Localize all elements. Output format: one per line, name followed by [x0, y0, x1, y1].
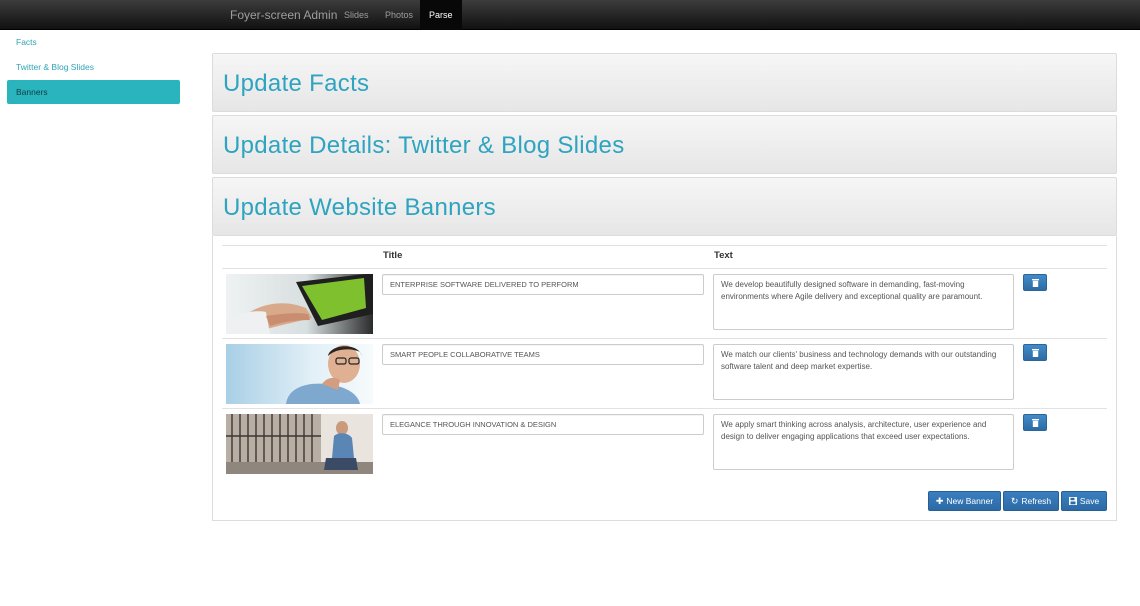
navbar-brand[interactable]: Foyer-screen Admin: [230, 0, 337, 30]
save-label: Save: [1079, 496, 1100, 506]
nav-item-slides[interactable]: Slides: [344, 0, 369, 30]
banner-title-input[interactable]: [382, 344, 704, 365]
refresh-label: Refresh: [1021, 496, 1052, 506]
trash-icon: [1032, 349, 1039, 357]
banner-title-input[interactable]: [382, 414, 704, 435]
panel-details[interactable]: Update Details: Twitter & Blog Slides: [212, 115, 1117, 174]
row-divider: [222, 408, 1107, 409]
save-button[interactable]: Save: [1061, 491, 1107, 511]
new-banner-label: New Banner: [946, 496, 994, 506]
delete-banner-button[interactable]: [1023, 274, 1047, 291]
row-divider: [222, 338, 1107, 339]
trash-icon: [1032, 419, 1039, 427]
panel-facts[interactable]: Update Facts: [212, 53, 1117, 112]
panel-title-facts: Update Facts: [223, 70, 370, 97]
table-header-divider: [222, 268, 1107, 269]
delete-banner-button[interactable]: [1023, 344, 1047, 361]
column-header-text: Text: [714, 250, 733, 261]
banner-image-man-street: [226, 414, 373, 474]
panel-banners[interactable]: Update Website Banners: [212, 177, 1117, 236]
banner-text-input[interactable]: We apply smart thinking across analysis,…: [713, 414, 1014, 470]
refresh-icon: ↻: [1010, 496, 1019, 506]
sidebar-item-twitter-blog-slides[interactable]: Twitter & Blog Slides: [7, 55, 180, 80]
banner-image-tablet: [226, 274, 373, 334]
top-navbar: Foyer-screen Admin Slides Photos Parse: [0, 0, 1140, 30]
column-header-title: Title: [383, 250, 403, 261]
banner-text-input[interactable]: We develop beautifully designed software…: [713, 274, 1014, 330]
refresh-button[interactable]: ↻ Refresh: [1003, 491, 1059, 511]
plus-icon: ✚: [935, 496, 944, 506]
sidebar-item-banners[interactable]: Banners: [7, 80, 180, 104]
floppy-disk-icon: [1068, 492, 1077, 510]
sidebar: Facts Twitter & Blog Slides Banners: [7, 30, 180, 104]
panel-title-banners: Update Website Banners: [223, 194, 496, 221]
new-banner-button[interactable]: ✚ New Banner: [928, 491, 1001, 511]
table-top-divider: [222, 245, 1107, 246]
banner-title-input[interactable]: [382, 274, 704, 295]
panel-title-details: Update Details: Twitter & Blog Slides: [223, 132, 625, 159]
banner-image-man-glasses: [226, 344, 373, 404]
trash-icon: [1032, 279, 1039, 287]
nav-item-parse[interactable]: Parse: [420, 0, 462, 30]
nav-item-photos[interactable]: Photos: [385, 0, 413, 30]
delete-banner-button[interactable]: [1023, 414, 1047, 431]
banner-text-input[interactable]: We match our clients' business and techn…: [713, 344, 1014, 400]
sidebar-item-facts[interactable]: Facts: [7, 30, 180, 55]
